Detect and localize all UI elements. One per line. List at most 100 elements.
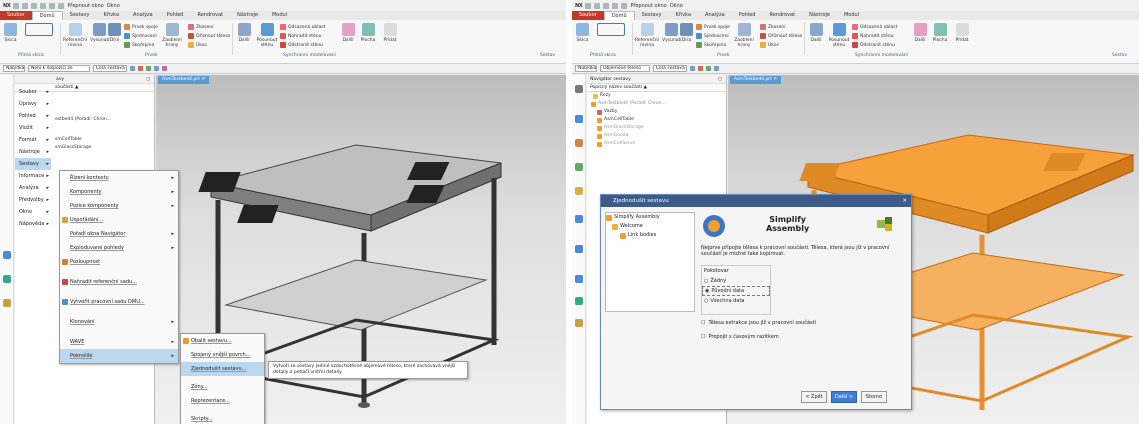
subtract-button[interactable]: Sjednocení [696,33,729,39]
scope-filter[interactable]: Celá sestava [653,65,687,72]
checkbox[interactable]: ☐ [701,334,705,340]
palette-icon[interactable] [575,319,583,327]
save-icon[interactable] [585,2,592,9]
radio-original-data[interactable]: ◉ Původní data [702,286,770,296]
menu-information[interactable]: Informace ▸ [15,170,51,182]
tab-assemblies[interactable]: Sestavy [635,11,669,20]
tab-view[interactable]: Pohled [732,11,763,20]
navigator-column[interactable]: Popisný název součásti ▲ [587,84,726,92]
midpoint-icon[interactable] [714,66,719,71]
step-link-bodies[interactable]: Link bodies [606,231,694,240]
paste-icon[interactable] [58,2,65,9]
window-menu[interactable]: Okno [107,3,120,9]
menu-file[interactable]: Soubor ▸ [15,86,51,98]
step-simplify[interactable]: Simplify Assembly [606,213,694,222]
scope-filter[interactable]: Celá sestava [93,65,127,72]
menu-item-navigator-order[interactable]: Pořadí okna Navigátor ▸ [60,227,178,241]
cut-icon[interactable] [612,2,619,9]
constraint-icon[interactable] [575,139,583,147]
tree-node-sections[interactable]: Řezy [587,92,726,100]
trim-body-button[interactable]: Oříznout těleso [188,33,230,39]
tree-node-component[interactable]: AsmCellServe [587,140,726,148]
part-icon[interactable] [575,163,583,171]
tab-module[interactable]: Modul [265,11,294,20]
radio-none[interactable]: ○ Žádný [702,276,770,286]
radio-all-data[interactable]: ○ Všechna data [702,296,770,306]
tab-render[interactable]: Rendrovat [762,11,802,20]
menu-item-component-position[interactable]: Pozice komponenty ▸ [60,199,178,213]
tree-node[interactable]: estbed4 (Pořadí: Chron... [55,116,154,124]
cancel-button[interactable]: Storno [861,391,887,403]
menu-insert[interactable]: Vložit ▸ [15,122,51,134]
menu-item-zones[interactable]: Zóny... [181,380,264,394]
checkbox-timestamp[interactable]: ☐ Propojit s časovým razítkem [701,334,779,340]
tab-tools[interactable]: Nástroje [230,11,265,20]
menu-item-sequence[interactable]: Posloupnost [60,255,178,269]
tree-node[interactable]: smCellTable [55,136,154,144]
checkbox-extracted-bodies[interactable]: ☐ Tělesa extrakce jsou již v pracovní sou… [701,320,816,326]
menu-item-advanced[interactable]: Pokročilé ▸ [60,349,178,363]
tab-analysis[interactable]: Analýza [698,11,732,20]
web-icon[interactable] [575,215,583,223]
menu-edit[interactable]: Úpravy ▸ [15,98,51,110]
menu-item-exploded-views[interactable]: Exploduvané pohledy ▸ [60,241,178,255]
more-button[interactable]: Další [236,23,252,43]
sketch-button[interactable]: Skica [576,23,589,43]
extrude-button[interactable]: Vysunutí [90,23,110,43]
palette-icon[interactable] [3,299,11,307]
endpoint-icon[interactable] [706,66,711,71]
sketch-curves[interactable] [596,23,626,38]
menu-item-scripts[interactable]: Skripty... [181,412,264,424]
copy-icon[interactable] [49,2,56,9]
center-icon[interactable] [162,66,167,71]
menu-preferences[interactable]: Předvolby ▸ [15,194,51,206]
next-button[interactable]: Další > [831,391,857,403]
part-tab[interactable]: AsmTestbed4.prt ✕ [730,76,782,84]
menu-window[interactable]: Okno ▸ [15,206,51,218]
menu-button[interactable]: Nabídka [3,65,25,72]
radio-button[interactable]: ○ [704,278,708,284]
tab-assemblies[interactable]: Sestavy [63,11,97,20]
tab-file[interactable]: Soubor [0,11,32,20]
offset-region-button[interactable]: Odsazená oblast [280,24,325,30]
cut-icon[interactable] [40,2,47,9]
radio-button[interactable]: ○ [704,298,708,304]
unite-button[interactable]: Prvek spoje [696,24,730,30]
more-button[interactable]: Další [808,23,824,43]
offset-region-button[interactable]: Odsazená oblast [852,24,897,30]
tree-node-component[interactable]: AsmGooda [587,132,726,140]
shell-button[interactable]: Skořepina [124,42,154,48]
tree-node-constraints[interactable]: Vazby [587,108,726,116]
close-icon[interactable]: ✕ [902,195,907,207]
tab-curve[interactable]: Křivka [668,11,698,20]
gear-icon[interactable] [575,85,583,93]
snap-icon[interactable] [690,66,695,71]
tab-curve[interactable]: Křivka [96,11,126,20]
clock-icon[interactable] [575,275,583,283]
trim-body-button[interactable]: Oříznout těleso [760,33,802,39]
tab-home[interactable]: Domů [31,11,63,20]
menu-analysis[interactable]: Analýza ▸ [15,182,51,194]
shell-button[interactable]: Skořepina [696,42,726,48]
roles-icon[interactable] [575,297,583,305]
switch-window-button[interactable]: Přepnout okno [630,3,666,9]
chamfer-button[interactable]: Zkosení [188,24,214,30]
menu-item-context-control[interactable]: Řízení kontextu ▸ [60,171,178,185]
menu-item-dmu-workset[interactable]: Vytvořit pracovní sadu DMU... [60,295,178,309]
pin-icon[interactable]: ◻ [146,75,150,84]
save-icon[interactable] [13,2,20,9]
roles-icon[interactable] [3,275,11,283]
history-icon[interactable] [3,251,11,259]
menu-view[interactable]: Pohled ▸ [15,110,51,122]
tab-analysis[interactable]: Analýza [126,11,160,20]
draft-button[interactable]: Úkos [188,42,207,48]
midpoint-icon[interactable] [154,66,159,71]
tab-view[interactable]: Pohled [160,11,191,20]
sketch-button[interactable]: Skica [4,23,17,43]
menu-item-linked-exterior[interactable]: Spojený vnější povrch... [181,348,264,362]
tree-node[interactable]: smGlassStorage [55,144,154,152]
radio-button-selected[interactable]: ◉ [705,288,709,294]
move-face-button[interactable]: Posunout stěnu [828,23,850,48]
reuse-icon[interactable] [575,187,583,195]
step-welcome[interactable]: Welcome [606,222,694,231]
